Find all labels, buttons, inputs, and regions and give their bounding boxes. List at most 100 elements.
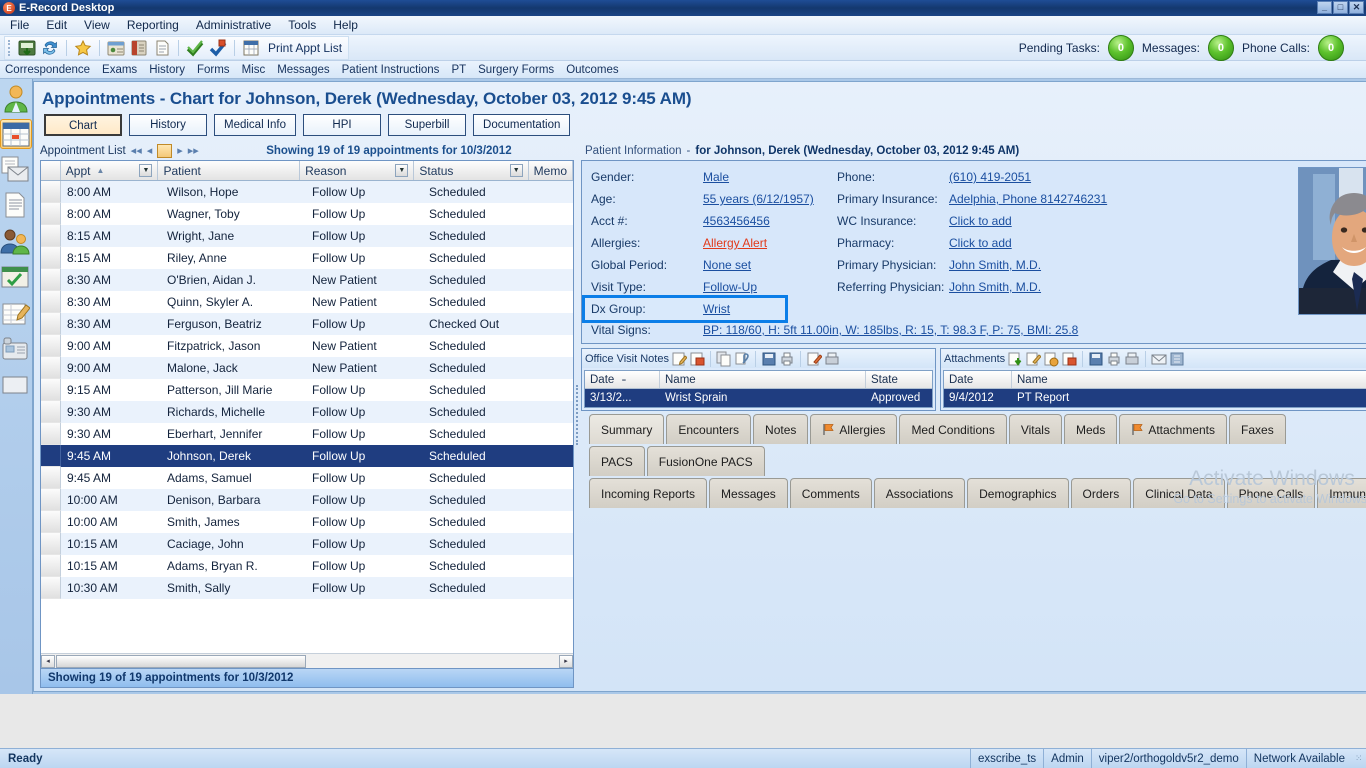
subnav-misc[interactable]: Misc: [242, 64, 266, 76]
sidebar-item-document[interactable]: [0, 191, 32, 221]
vital-signs-value[interactable]: BP: 118/60, H: 5ft 11.00in, W: 185lbs, R…: [703, 323, 1078, 337]
filter-dropdown-status-icon[interactable]: ▼: [509, 164, 523, 177]
patient-info-value-right-3[interactable]: Click to add: [949, 236, 1012, 250]
column-header-reason[interactable]: Reason ▼: [300, 161, 415, 180]
row-marker[interactable]: [41, 555, 61, 577]
pending-tasks-badge[interactable]: 0: [1107, 35, 1134, 61]
notes-column-header-date[interactable]: Date ╴: [585, 371, 660, 388]
table-row[interactable]: 8:00 AM Wilson, Hope Follow Up Scheduled: [41, 181, 573, 203]
patient-info-value-left-1[interactable]: 55 years (6/12/1957): [703, 192, 814, 206]
row-marker[interactable]: [41, 511, 61, 533]
tab-documentation[interactable]: Documentation: [473, 114, 571, 136]
patient-info-value-right-4[interactable]: John Smith, M.D.: [949, 258, 1041, 272]
chart-tab-attachments[interactable]: Attachments: [1119, 414, 1228, 444]
attachments-column-header-name[interactable]: Name: [1012, 371, 1366, 388]
sidebar-item-patient[interactable]: [0, 83, 32, 113]
messages-badge[interactable]: 0: [1207, 35, 1234, 61]
print-appt-list-button[interactable]: Print Appt List: [264, 41, 342, 55]
row-marker[interactable]: [41, 225, 61, 247]
horizontal-scroll-thumb[interactable]: [56, 654, 306, 668]
fax-attachment-icon[interactable]: [1124, 351, 1140, 367]
save-attachment-icon[interactable]: [1088, 351, 1104, 367]
patient-info-value-left-0[interactable]: Male: [703, 170, 729, 184]
tab-medical-info[interactable]: Medical Info: [214, 114, 297, 136]
chart-tab-notes[interactable]: Notes: [753, 414, 809, 444]
row-marker[interactable]: [41, 291, 61, 313]
menu-administrative[interactable]: Administrative: [196, 18, 271, 32]
chart-tab-phone-calls[interactable]: Phone Calls: [1226, 478, 1316, 508]
patient-info-value-right-0[interactable]: (610) 419-2051: [949, 170, 1031, 184]
pane-splitter[interactable]: [574, 141, 581, 688]
subnav-patient-instructions[interactable]: Patient Instructions: [342, 64, 440, 76]
row-marker[interactable]: [41, 533, 61, 555]
chart-tab-messages[interactable]: Messages: [709, 478, 788, 508]
row-marker[interactable]: [41, 445, 61, 467]
filter-dropdown-reason-icon[interactable]: ▼: [395, 164, 409, 177]
subnav-surgery-forms[interactable]: Surgery Forms: [478, 64, 554, 76]
toolbar-grip[interactable]: [8, 39, 11, 56]
scroll-left-icon[interactable]: ◂: [41, 654, 55, 668]
maximize-button[interactable]: □: [1333, 1, 1348, 14]
sidebar-item-mail-documents[interactable]: [0, 155, 32, 185]
table-row[interactable]: 8:30 AM O'Brien, Aidan J. New Patient Sched…: [41, 269, 573, 291]
chart-tab-immunizations[interactable]: Immunizations: [1317, 478, 1366, 508]
phone-calls-badge[interactable]: 0: [1318, 35, 1344, 61]
last-page-icon[interactable]: ▸▸: [188, 144, 199, 157]
address-book-icon[interactable]: [129, 38, 149, 58]
patient-info-value-right-2[interactable]: Click to add: [949, 214, 1012, 228]
subnav-correspondence[interactable]: Correspondence: [5, 64, 90, 76]
table-row[interactable]: 8:15 AM Wright, Jane Follow Up Scheduled: [41, 225, 573, 247]
menu-reporting[interactable]: Reporting: [127, 18, 179, 32]
table-row[interactable]: 10:30 AM Smith, Sally Follow Up Scheduled: [41, 577, 573, 599]
column-header-appt[interactable]: Appt ▲ ▼: [61, 161, 159, 180]
patient-info-value-left-2[interactable]: 4563456456: [703, 214, 770, 228]
table-row[interactable]: 9:15 AM Patterson, Jill Marie Follow Up Sch…: [41, 379, 573, 401]
notes-column-header-state[interactable]: State: [866, 371, 932, 388]
table-row[interactable]: 9:30 AM Eberhart, Jennifer Follow Up Schedu…: [41, 423, 573, 445]
menu-file[interactable]: File: [10, 18, 29, 32]
menu-edit[interactable]: Edit: [46, 18, 67, 32]
chart-tab-associations[interactable]: Associations: [873, 478, 966, 508]
notes-column-header-name[interactable]: Name: [660, 371, 866, 388]
row-marker[interactable]: [41, 467, 61, 489]
sidebar-item-phone[interactable]: [0, 335, 32, 365]
scan-attachment-icon[interactable]: [1169, 351, 1185, 367]
patient-info-value-left-6[interactable]: Wrist: [703, 302, 730, 316]
patient-info-value-left-5[interactable]: Follow-Up: [703, 280, 757, 294]
chart-tab-comments[interactable]: Comments: [789, 478, 872, 508]
table-row[interactable]: 9:45 AM Johnson, Derek Follow Up Scheduled: [41, 445, 573, 467]
table-row[interactable]: 8:00 AM Wagner, Toby Follow Up Scheduled: [41, 203, 573, 225]
copy-note-icon[interactable]: [716, 351, 732, 367]
row-marker[interactable]: [41, 423, 61, 445]
chart-tab-med-conditions[interactable]: Med Conditions: [899, 414, 1007, 444]
table-row[interactable]: 8:30 AM Quinn, Skyler A. New Patient Schedu…: [41, 291, 573, 313]
patient-info-value-left-3[interactable]: Allergy Alert: [703, 236, 767, 250]
subnav-exams[interactable]: Exams: [102, 64, 137, 76]
attach-note-icon[interactable]: [734, 351, 750, 367]
refresh-icon[interactable]: [40, 38, 60, 58]
subnav-pt[interactable]: PT: [451, 64, 466, 76]
table-row[interactable]: 10:15 AM Caciage, John Follow Up Scheduled: [41, 533, 573, 555]
close-button[interactable]: ✕: [1349, 1, 1364, 14]
patient-info-value-left-4[interactable]: None set: [703, 258, 751, 272]
chart-tab-faxes[interactable]: Faxes: [1229, 414, 1286, 444]
row-marker[interactable]: [41, 379, 61, 401]
sign-note-icon[interactable]: [806, 351, 823, 367]
subnav-forms[interactable]: Forms: [197, 64, 230, 76]
attachments-column-header-date[interactable]: Date: [944, 371, 1012, 388]
print-attachment-icon[interactable]: [1106, 351, 1122, 367]
close-note-icon[interactable]: [689, 351, 705, 367]
chart-tab-clinical-data[interactable]: Clinical Data: [1133, 478, 1225, 508]
delete-attachment-icon[interactable]: [1061, 351, 1077, 367]
tab-history[interactable]: History: [129, 114, 207, 136]
subnav-history[interactable]: History: [149, 64, 185, 76]
chart-tab-summary[interactable]: Summary: [589, 414, 665, 444]
save-note-icon[interactable]: [761, 351, 777, 367]
tab-chart[interactable]: Chart: [44, 114, 122, 136]
row-marker[interactable]: [41, 401, 61, 423]
subnav-outcomes[interactable]: Outcomes: [566, 64, 618, 76]
table-row[interactable]: 10:15 AM Adams, Bryan R. Follow Up Schedule…: [41, 555, 573, 577]
table-row[interactable]: 9:00 AM Malone, Jack New Patient Scheduled: [41, 357, 573, 379]
row-marker[interactable]: [41, 577, 61, 599]
chart-tab-meds[interactable]: Meds: [1063, 414, 1118, 444]
